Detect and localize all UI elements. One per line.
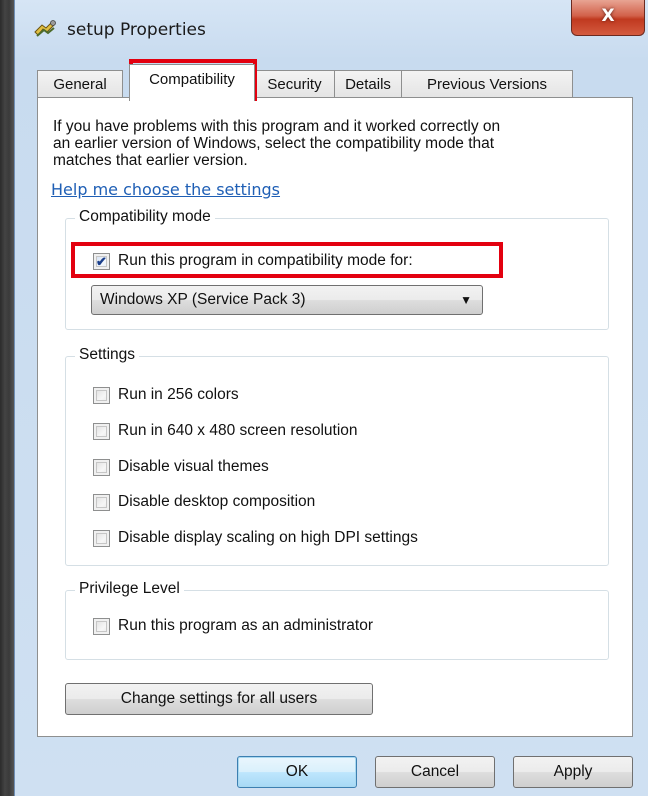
setting-checkbox-256-colors[interactable] [93,386,110,404]
setting-row-disable-dpi-scaling[interactable]: Disable display scaling on high DPI sett… [93,528,418,548]
tab-compatibility-label: Compatibility [149,71,235,88]
intro-line-2: an earlier version of Windows, select th… [53,135,495,152]
compat-os-selected-value: Windows XP (Service Pack 3) [100,291,306,308]
setting-label-disable-dpi-scaling: Disable display scaling on high DPI sett… [118,529,418,546]
compatibility-mode-legend: Compatibility mode [75,208,215,226]
setting-label-256-colors: Run in 256 colors [118,386,239,403]
setting-row-disable-desktop-composition[interactable]: Disable desktop composition [93,492,315,512]
run-as-admin-label: Run this program as an administrator [118,617,374,634]
tab-previous-versions-label: Previous Versions [426,76,548,93]
setting-checkbox-disable-dpi-scaling[interactable] [93,529,110,547]
run-in-compat-mode-label: Run this program in compatibility mode f… [118,252,413,269]
window-title: setup Properties [67,20,206,40]
run-as-admin-row[interactable]: Run this program as an administrator [93,616,373,636]
tab-previous-versions[interactable]: Previous Versions [401,70,573,100]
run-in-compat-mode-checkbox[interactable]: ✔ [93,252,110,270]
intro-text: If you have problems with this program a… [53,118,613,169]
setting-checkbox-640x480[interactable] [93,422,110,440]
chevron-down-icon: ▼ [460,293,472,307]
setting-label-disable-visual-themes: Disable visual themes [118,458,269,475]
help-choose-settings-link[interactable]: Help me choose the settings [51,180,280,199]
tab-details-label: Details [345,76,391,93]
close-button[interactable]: X [571,0,645,36]
tab-security[interactable]: Security [254,70,335,100]
change-settings-all-users-button[interactable]: Change settings for all users [65,683,373,715]
tab-details[interactable]: Details [334,70,402,100]
check-icon: ✔ [96,253,107,269]
title-bar[interactable]: setup Properties X [15,0,648,58]
setting-label-disable-desktop-composition: Disable desktop composition [118,493,316,510]
setting-label-640x480: Run in 640 x 480 screen resolution [118,422,358,439]
privilege-level-legend: Privilege Level [75,580,184,598]
setup-program-icon [33,18,57,40]
desktop-edge [0,0,14,796]
run-as-admin-checkbox[interactable] [93,617,110,635]
settings-legend: Settings [75,346,140,364]
setting-row-256-colors[interactable]: Run in 256 colors [93,385,239,405]
intro-line-3: matches that earlier version. [53,152,248,169]
run-in-compat-mode-row[interactable]: ✔ Run this program in compatibility mode… [93,251,413,271]
setting-row-disable-visual-themes[interactable]: Disable visual themes [93,457,269,477]
tab-general-label: General [53,76,107,93]
compat-os-select[interactable]: Windows XP (Service Pack 3) ▼ [91,285,483,315]
tab-compatibility[interactable]: Compatibility [129,64,255,101]
apply-button[interactable]: Apply [513,756,633,788]
setting-checkbox-disable-visual-themes[interactable] [93,458,110,476]
close-icon: X [601,6,615,26]
setting-checkbox-disable-desktop-composition[interactable] [93,493,110,511]
tab-general[interactable]: General [37,70,123,100]
setting-row-640x480[interactable]: Run in 640 x 480 screen resolution [93,421,358,441]
cancel-button[interactable]: Cancel [375,756,495,788]
tab-security-label: Security [267,76,322,93]
ok-button[interactable]: OK [237,756,357,788]
intro-line-1: If you have problems with this program a… [53,118,501,135]
properties-dialog: setup Properties X General Compatibility… [14,0,648,796]
